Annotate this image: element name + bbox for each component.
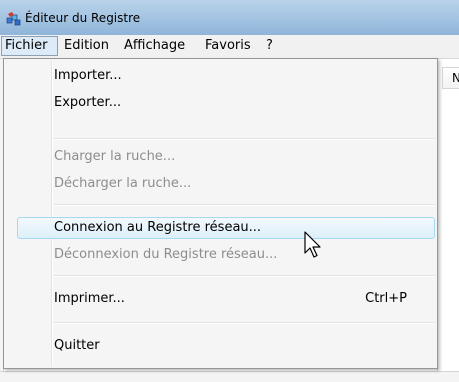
title-bar: Éditeur du Registre: [0, 0, 459, 35]
menu-separator: [54, 275, 435, 277]
menu-bar: Fichier Edition Affichage Favoris ?: [0, 35, 459, 59]
menu-separator: [54, 204, 435, 206]
menu-affichage[interactable]: Affichage: [121, 36, 188, 56]
window-title: Éditeur du Registre: [25, 11, 141, 25]
menu-item-export[interactable]: Exporter...: [54, 92, 121, 114]
menu-separator: [54, 322, 435, 324]
print-shortcut: Ctrl+P: [365, 291, 407, 306]
mouse-pointer-icon: [304, 231, 321, 258]
status-bar: [0, 371, 459, 382]
column-header-label: N: [452, 71, 459, 85]
menu-item-print[interactable]: Imprimer...: [54, 288, 125, 310]
menu-item-connect-network-registry[interactable]: Connexion au Registre réseau...: [54, 217, 261, 239]
menu-icon-gutter: [51, 61, 53, 366]
menu-item-load-hive[interactable]: Charger la ruche...: [54, 146, 175, 168]
menu-separator: [54, 138, 435, 140]
file-menu-dropdown: Importer... Exporter... Charger la ruche…: [3, 58, 438, 369]
menu-help[interactable]: ?: [263, 36, 276, 56]
menu-item-unload-hive[interactable]: Décharger la ruche...: [54, 173, 191, 195]
values-pane[interactable]: [437, 59, 459, 381]
menu-item-import[interactable]: Importer...: [54, 65, 122, 87]
menu-fichier[interactable]: Fichier: [1, 36, 58, 56]
menu-item-quit[interactable]: Quitter: [54, 335, 100, 357]
menu-favoris[interactable]: Favoris: [202, 36, 254, 56]
registry-editor-icon: [6, 12, 21, 26]
menu-item-disconnect-network-registry[interactable]: Déconnexion du Registre réseau...: [54, 244, 277, 266]
column-header-name[interactable]: N: [442, 67, 459, 89]
menu-edition[interactable]: Edition: [61, 36, 112, 56]
